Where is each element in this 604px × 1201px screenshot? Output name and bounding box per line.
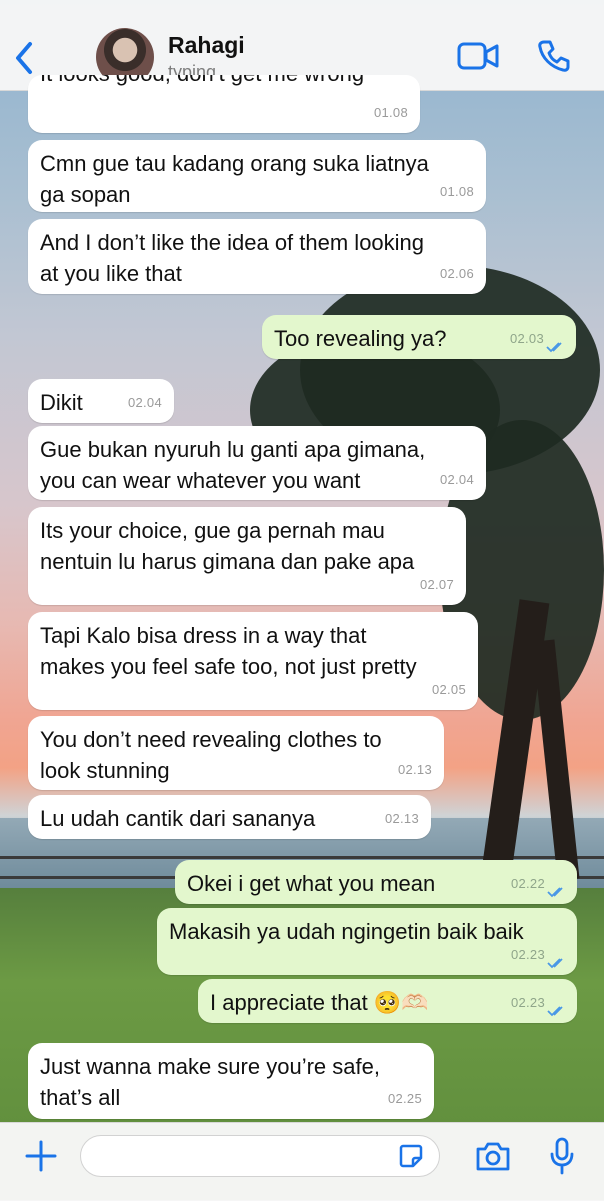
message-timestamp: 02.23 (510, 995, 545, 1010)
back-chevron-icon[interactable] (10, 38, 40, 78)
contact-name[interactable]: Rahagi (168, 32, 245, 59)
message-text: that’s all (40, 1085, 121, 1110)
read-receipt-icon (547, 958, 563, 969)
read-receipt-icon (547, 887, 563, 898)
message-bubble-outgoing[interactable]: Too revealing ya? 02.03 (262, 315, 576, 359)
video-call-icon[interactable] (456, 40, 500, 72)
message-timestamp: 01.08 (373, 105, 408, 120)
message-bubble-outgoing[interactable]: I appreciate that 🥺🫶🏻 02.23 (198, 979, 577, 1023)
message-timestamp: 02.13 (397, 762, 432, 777)
phone-icon[interactable] (536, 38, 572, 74)
message-text: Makasih ya udah ngingetin baik baik (169, 919, 524, 944)
message-timestamp: 02.06 (439, 266, 474, 281)
message-text: Gue bukan nyuruh lu ganti apa gimana, (40, 437, 426, 462)
message-text: at you like that (40, 261, 182, 286)
message-text: Its your choice, gue ga pernah mau (40, 518, 385, 543)
message-text: Okei i get what you mean (187, 871, 436, 896)
message-input[interactable] (80, 1135, 440, 1177)
message-text: It looks good, don’t get me wrong (40, 75, 408, 89)
composer-bar (0, 1122, 604, 1201)
message-timestamp: 02.03 (509, 331, 544, 346)
message-bubble[interactable]: Gue bukan nyuruh lu ganti apa gimana, yo… (28, 426, 486, 500)
message-bubble[interactable]: Cmn gue tau kadang orang suka liatnya ga… (28, 140, 486, 212)
message-text: you can wear whatever you want (40, 468, 361, 493)
message-timestamp: 02.05 (431, 682, 466, 697)
message-bubble[interactable]: It looks good, don’t get me wrong 01.08 (28, 75, 420, 133)
message-bubble[interactable]: You don’t need revealing clothes to look… (28, 716, 444, 790)
message-timestamp: 02.04 (127, 395, 162, 410)
message-text: makes you feel safe too, not just pretty (40, 654, 417, 679)
message-timestamp: 02.07 (419, 577, 454, 592)
message-timestamp: 02.13 (384, 811, 419, 826)
message-bubble[interactable]: Dikit 02.04 (28, 379, 174, 423)
message-text: And I don’t like the idea of them lookin… (40, 230, 425, 255)
message-bubble-outgoing[interactable]: Makasih ya udah ngingetin baik baik 02.2… (157, 908, 577, 975)
message-text: nentuin lu harus gimana dan pake apa (40, 549, 415, 574)
message-bubble[interactable]: And I don’t like the idea of them lookin… (28, 219, 486, 294)
message-text: look stunning (40, 758, 170, 783)
message-timestamp: 01.08 (439, 184, 474, 199)
read-receipt-icon (547, 1006, 563, 1017)
message-bubble[interactable]: Tapi Kalo bisa dress in a way that makes… (28, 612, 478, 710)
message-text: Just wanna make sure you’re safe, (40, 1054, 380, 1079)
read-receipt-icon (546, 342, 562, 353)
message-text: Lu udah cantik dari sananya (40, 806, 316, 831)
message-timestamp: 02.23 (510, 947, 545, 962)
camera-icon[interactable] (474, 1139, 512, 1173)
message-timestamp: 02.25 (387, 1091, 422, 1106)
message-timestamp: 02.22 (510, 876, 545, 891)
message-text: ga sopan (40, 182, 131, 207)
message-text: Cmn gue tau kadang orang suka liatnya (40, 151, 429, 176)
plus-icon[interactable] (24, 1139, 58, 1173)
message-timestamp: 02.04 (439, 472, 474, 487)
sticker-icon[interactable] (398, 1143, 424, 1169)
message-bubble-outgoing[interactable]: Okei i get what you mean 02.22 (175, 860, 577, 904)
microphone-icon[interactable] (548, 1136, 576, 1176)
message-bubble[interactable]: Its your choice, gue ga pernah mau nentu… (28, 507, 466, 605)
message-bubble[interactable]: Lu udah cantik dari sananya 02.13 (28, 795, 431, 839)
message-bubble[interactable]: Just wanna make sure you’re safe, that’s… (28, 1043, 434, 1119)
message-text: Tapi Kalo bisa dress in a way that (40, 623, 367, 648)
message-text: You don’t need revealing clothes to (40, 727, 382, 752)
